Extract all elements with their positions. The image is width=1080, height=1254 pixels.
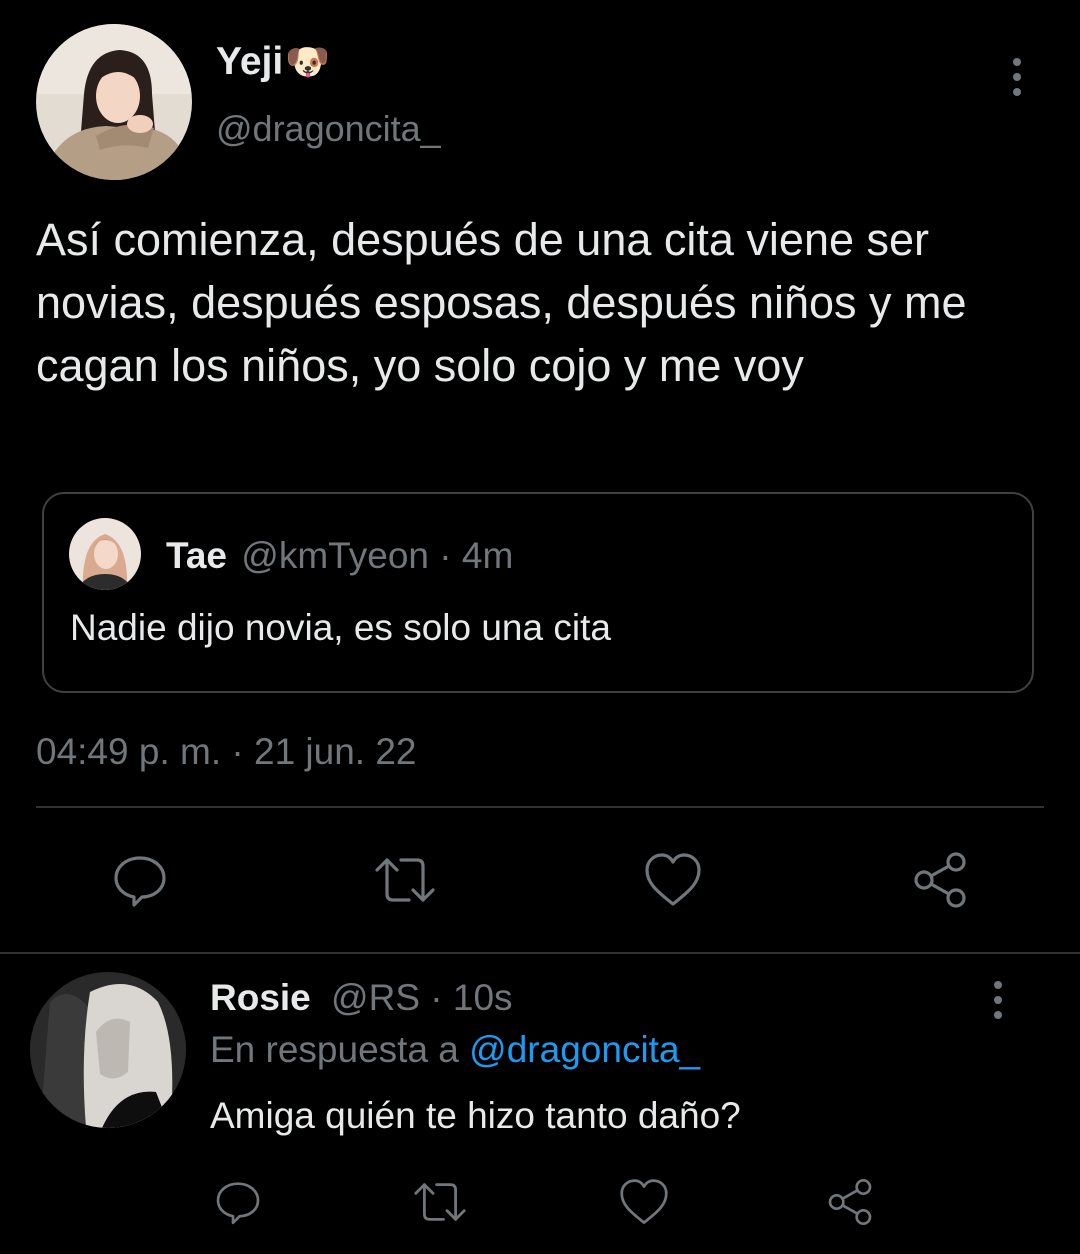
share-icon [828,1179,872,1225]
quote-text: Nadie dijo novia, es solo una cita [70,607,611,648]
quote-time: 4m [461,535,514,576]
reply-icon [114,856,166,907]
quote-avatar-photo [69,518,141,590]
reply-share-button[interactable] [818,1170,882,1234]
reply-text: Amiga quién te hizo tanto daño? [210,1095,741,1136]
more-options-icon[interactable] [1005,58,1029,96]
dog-emoji-icon: 🐶 [285,41,331,82]
reply-time: 10s [452,977,513,1018]
reply-author-handle[interactable]: @RS [331,977,420,1018]
author-name[interactable]: Yeji [216,40,283,83]
retweet-icon [414,1183,466,1221]
reply-avatar-photo [30,972,186,1128]
reply-author-name[interactable]: Rosie [210,977,311,1018]
divider [36,806,1044,808]
in-reply-to-label: En respuesta a [210,1029,459,1070]
like-icon [620,1179,668,1224]
author-avatar[interactable] [36,24,192,180]
reply-retweet-button[interactable] [408,1170,472,1234]
reply-like-button[interactable] [612,1170,676,1234]
quote-author-handle[interactable]: @kmTyeon [241,535,429,576]
share-icon [914,852,966,908]
quote-author-name[interactable]: Tae [166,535,227,576]
share-button[interactable] [908,848,972,912]
like-icon [645,853,701,906]
retweet-button[interactable] [373,848,437,912]
section-divider [0,952,1080,954]
quote-separator: · [439,535,452,576]
in-reply-to-handle[interactable]: @dragoncita_ [469,1029,700,1070]
reply-icon [216,1182,260,1225]
like-button[interactable] [641,848,705,912]
reply-reply-button[interactable] [206,1170,270,1234]
reply-button[interactable] [108,848,172,912]
author-handle[interactable]: @dragoncita_ [216,108,441,150]
reply-separator: · [430,977,443,1018]
avatar-photo [36,24,192,180]
reply-more-options-icon[interactable] [986,981,1010,1019]
quote-tweet-card[interactable]: Tae @kmTyeon · 4m Nadie dijo novia, es s… [42,492,1034,693]
tweet-text: Así comienza, después de una cita viene … [36,214,967,391]
quote-author-avatar[interactable] [69,518,141,590]
tweet-timestamp[interactable]: 04:49 p. m. · 21 jun. 22 [36,730,417,774]
reply-author-avatar[interactable] [30,972,186,1128]
retweet-icon [375,858,435,902]
